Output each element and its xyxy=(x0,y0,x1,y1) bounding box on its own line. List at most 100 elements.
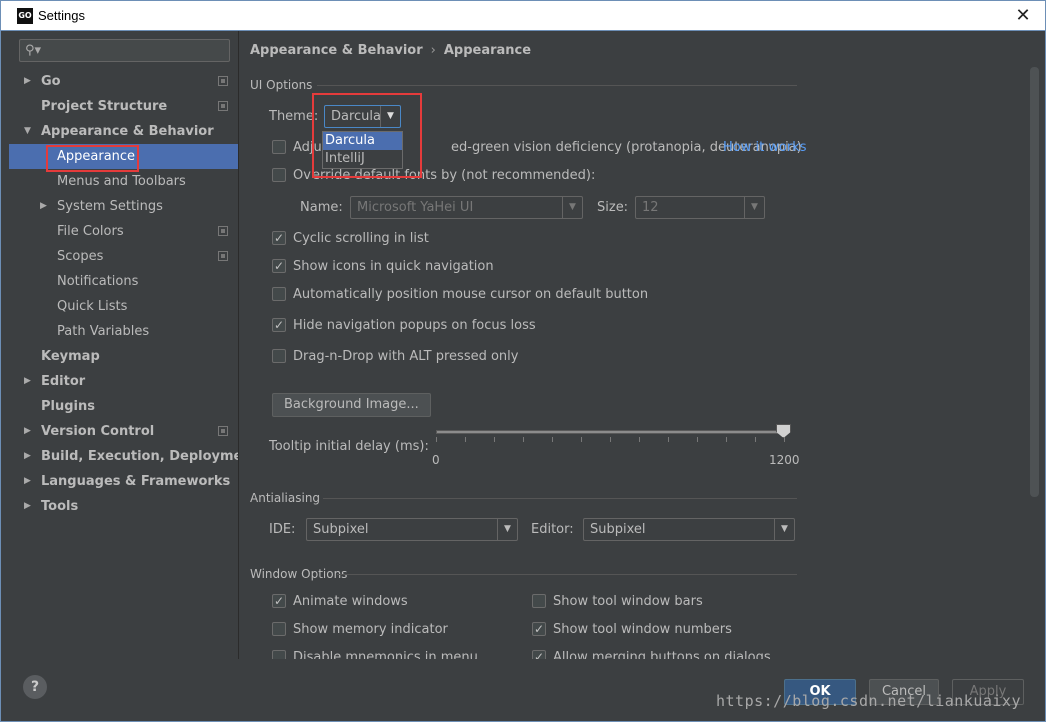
ide-antialiasing-dropdown[interactable]: Subpixel ▼ xyxy=(306,518,518,541)
dropdown-arrow-icon[interactable]: ▼ xyxy=(497,519,517,540)
checkbox[interactable] xyxy=(272,316,286,334)
sidebar-item-label: Go xyxy=(41,74,61,89)
dropdown-arrow-icon[interactable]: ▼ xyxy=(774,519,794,540)
ide-aa-value: Subpixel xyxy=(313,522,369,537)
checkbox[interactable] xyxy=(272,287,286,301)
chevron-right-icon[interactable]: ▶ xyxy=(24,369,31,394)
close-icon[interactable]: ✕ xyxy=(1011,4,1035,28)
slider-tick xyxy=(494,437,495,442)
slider-tick xyxy=(784,437,785,442)
editor-antialiasing-dropdown[interactable]: Subpixel ▼ xyxy=(583,518,795,541)
checkbox[interactable] xyxy=(272,650,286,659)
sidebar-item-project-structure[interactable]: Project Structure xyxy=(9,94,238,119)
project-level-icon xyxy=(218,101,228,111)
slider-thumb[interactable] xyxy=(776,424,791,438)
content-scrollbar[interactable] xyxy=(1030,67,1039,497)
ide-aa-label: IDE: xyxy=(269,522,296,537)
chevron-right-icon[interactable]: ▶ xyxy=(24,444,31,469)
checkbox[interactable] xyxy=(272,168,286,182)
override-label-prefix: Ov xyxy=(293,168,311,183)
sidebar-item-tools[interactable]: ▶ Tools xyxy=(9,494,238,519)
sidebar-item-label: Build, Execution, Deployment xyxy=(41,449,258,464)
slider-tick xyxy=(523,437,524,442)
sidebar-item-label: Scopes xyxy=(57,249,104,264)
section-divider xyxy=(317,85,797,86)
sidebar-item-languages-frameworks[interactable]: ▶ Languages & Frameworks xyxy=(9,469,238,494)
checkbox[interactable] xyxy=(272,622,286,636)
sidebar-item-label: Languages & Frameworks xyxy=(41,474,231,489)
dropdown-arrow-icon[interactable]: ▼ xyxy=(744,197,764,218)
sidebar-item-plugins[interactable]: Plugins xyxy=(9,394,238,419)
checkbox[interactable] xyxy=(272,229,286,247)
search-icon: ⚲▾ xyxy=(25,43,42,58)
chevron-down-icon[interactable]: ▼ xyxy=(24,119,31,144)
sidebar-item-go[interactable]: ▶ Go xyxy=(9,69,238,94)
tooltip-delay-slider[interactable] xyxy=(436,430,785,434)
ui-options-heading: UI Options xyxy=(250,78,313,92)
font-size-dropdown[interactable]: 12 ▼ xyxy=(635,196,765,219)
chevron-right-icon[interactable]: ▶ xyxy=(24,469,31,494)
sidebar-item-notifications[interactable]: Notifications xyxy=(9,269,238,294)
settings-dialog: ⚲▾ ▶ Go Project Structure ▼ Appearance &… xyxy=(0,31,1046,722)
checkbox[interactable] xyxy=(272,140,286,154)
sidebar-item-appearance-behavior[interactable]: ▼ Appearance & Behavior xyxy=(9,119,238,144)
sidebar-item-keymap[interactable]: Keymap xyxy=(9,344,238,369)
sidebar-item-label: System Settings xyxy=(57,199,163,214)
editor-aa-value: Subpixel xyxy=(590,522,646,537)
settings-tree: ▶ Go Project Structure ▼ Appearance & Be… xyxy=(9,69,258,519)
how-it-works-link[interactable]: How it works xyxy=(723,139,807,157)
slider-tick xyxy=(581,437,582,442)
cyclic-scrolling-checkbox[interactable]: Cyclic scrolling in list xyxy=(272,229,572,248)
tool-window-bars-checkbox[interactable]: Show tool window bars xyxy=(532,593,792,611)
drag-drop-checkbox[interactable]: Drag-n-Drop with ALT pressed only xyxy=(272,348,572,366)
sidebar-item-system-settings[interactable]: ▶ System Settings xyxy=(9,194,238,219)
background-image-button[interactable]: Background Image... xyxy=(272,393,431,417)
sidebar-item-editor[interactable]: ▶ Editor xyxy=(9,369,238,394)
checkbox[interactable] xyxy=(532,620,546,638)
breadcrumb-separator: › xyxy=(430,43,436,58)
slider-tick xyxy=(436,437,437,442)
show-icons-checkbox[interactable]: Show icons in quick navigation xyxy=(272,257,572,276)
sidebar-item-quick-lists[interactable]: Quick Lists xyxy=(9,294,238,319)
chevron-right-icon[interactable]: ▶ xyxy=(24,419,31,444)
sidebar-item-path-variables[interactable]: Path Variables xyxy=(9,319,238,344)
sidebar-item-scopes[interactable]: Scopes xyxy=(9,244,238,269)
tool-window-numbers-checkbox[interactable]: Show tool window numbers xyxy=(532,620,792,639)
slider-max-label: 1200 xyxy=(769,453,800,467)
sidebar-item-label: Editor xyxy=(41,374,86,389)
sidebar-item-version-control[interactable]: ▶ Version Control xyxy=(9,419,238,444)
chevron-right-icon[interactable]: ▶ xyxy=(24,494,31,519)
sidebar-item-label: Plugins xyxy=(41,399,95,414)
slider-tick xyxy=(610,437,611,442)
slider-tick xyxy=(755,437,756,442)
highlight-box xyxy=(312,93,422,178)
checkbox[interactable] xyxy=(532,594,546,608)
sidebar-item-appearance[interactable]: Appearance xyxy=(9,144,238,172)
font-name-dropdown[interactable]: Microsoft YaHei UI ▼ xyxy=(350,196,583,219)
checkbox[interactable] xyxy=(272,349,286,363)
sidebar-item-file-colors[interactable]: File Colors xyxy=(9,219,238,244)
mnemonics-label: Disable mnemonics in menu xyxy=(293,650,478,659)
breadcrumb-current: Appearance xyxy=(443,43,532,58)
allow-merging-checkbox[interactable]: Allow merging buttons on dialogs xyxy=(532,648,792,659)
animate-windows-checkbox[interactable]: Animate windows xyxy=(272,592,512,611)
checkbox[interactable] xyxy=(532,648,546,659)
sidebar-item-build-execution-deployment[interactable]: ▶ Build, Execution, Deployment xyxy=(9,444,258,469)
chevron-right-icon[interactable]: ▶ xyxy=(40,194,47,219)
dropdown-arrow-icon[interactable]: ▼ xyxy=(562,197,582,218)
hide-popups-label: Hide navigation popups on focus loss xyxy=(293,318,536,333)
help-icon[interactable]: ? xyxy=(23,675,47,699)
merging-label: Allow merging buttons on dialogs xyxy=(553,650,771,659)
settings-sidebar: ⚲▾ ▶ Go Project Structure ▼ Appearance &… xyxy=(9,31,258,691)
checkbox[interactable] xyxy=(272,592,286,610)
disable-mnemonics-checkbox[interactable]: Disable mnemonics in menu xyxy=(272,649,512,659)
chevron-right-icon[interactable]: ▶ xyxy=(24,69,31,94)
auto-position-checkbox[interactable]: Automatically position mouse cursor on d… xyxy=(272,286,672,304)
project-level-icon xyxy=(218,226,228,236)
hide-popups-checkbox[interactable]: Hide navigation popups on focus loss xyxy=(272,316,572,335)
memory-indicator-checkbox[interactable]: Show memory indicator xyxy=(272,621,512,639)
sidebar-item-menus-toolbars[interactable]: Menus and Toolbars xyxy=(9,169,238,194)
search-input[interactable]: ⚲▾ xyxy=(19,39,230,62)
window-options-heading: Window Options xyxy=(250,567,348,581)
checkbox[interactable] xyxy=(272,257,286,275)
